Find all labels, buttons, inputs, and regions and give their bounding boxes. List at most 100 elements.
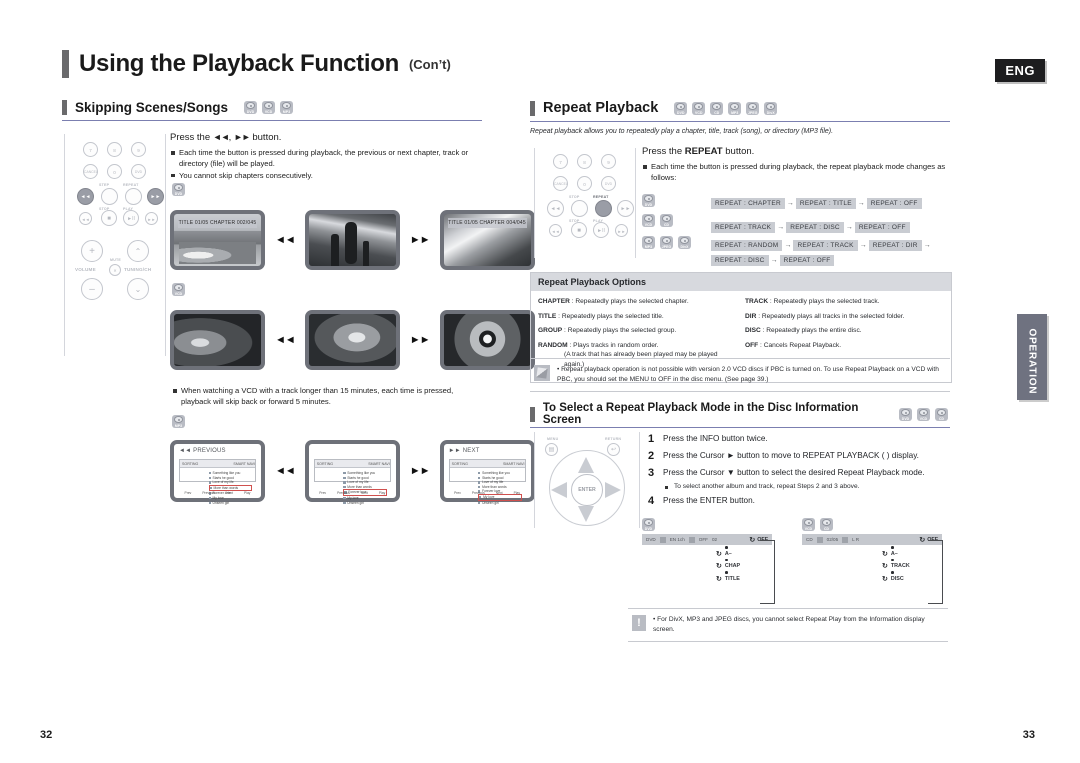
list-item: Unseen girl xyxy=(343,501,387,506)
section-accent-bar xyxy=(530,100,535,116)
remote-label-step: STOP xyxy=(569,195,580,199)
remote-label-repeat: REPEAT xyxy=(123,183,139,187)
flow-dvd-line: REPEAT : CHAPTER → REPEAT : TITLE → REPEAT :… xyxy=(710,192,923,210)
repeat-chip: REPEAT : TITLE xyxy=(795,198,856,209)
disc-icon-dvd: DVD xyxy=(642,518,655,531)
list-item: Each time the button is pressed during p… xyxy=(170,147,482,170)
remote-button-skip-next: ►► xyxy=(617,200,634,217)
remote-button-mute: ✕ xyxy=(109,264,121,276)
note-box: • Repeat playback operation is not possi… xyxy=(530,358,950,392)
flow-mp3-line-2: REPEAT : DISC → REPEAT : OFF xyxy=(710,249,835,267)
disc-icon-divx: DivX xyxy=(678,236,691,249)
step-3-substep: To select another album and track, repea… xyxy=(648,483,948,490)
repeat-chip: REPEAT : OFF xyxy=(779,255,835,266)
chain-dot xyxy=(891,558,894,562)
chain-dot xyxy=(725,558,728,562)
remote-button-step xyxy=(571,200,588,217)
remote-button-dvd: DVD xyxy=(131,164,146,179)
section-repeat-heading: Repeat Playback DVD VCD CD MP3 JPEG DivX xyxy=(530,100,950,116)
disc-icon-row-repeat: DVD VCD CD MP3 JPEG DivX xyxy=(674,101,779,115)
mp3-screen-next: ►► NEXT SORTING SMART NAVI Something lik… xyxy=(439,440,535,505)
mp3-skip-example: ◄◄ PREVIOUS SORTING SMART NAVI Something… xyxy=(170,440,535,505)
remote-label-menu: MENU xyxy=(547,437,559,441)
mp3-footer: Prev Previous Next Play xyxy=(184,491,251,495)
osd-icon xyxy=(659,536,666,543)
remote-button-repeat xyxy=(595,200,612,217)
disc-icon-vcd: VCD xyxy=(802,518,815,531)
skip-prev-icon: ◄◄ xyxy=(275,465,296,477)
remote-button-forward: ►► xyxy=(615,224,628,237)
remote-button-7: 7 xyxy=(553,154,568,169)
osd-text: TITLE 01/05 CHAPTER 002/045 xyxy=(178,218,257,228)
flow-vcdcd-line: REPEAT : TRACK → REPEAT : DISC → REPEAT : OF… xyxy=(710,216,911,234)
osd-icon xyxy=(842,536,849,543)
step-3: 3 Press the Cursor ▼ button to select th… xyxy=(648,467,925,479)
arrow-icon: → xyxy=(923,242,931,249)
remote-button-7: 7 xyxy=(83,142,98,157)
list-item: When watching a VCD with a track longer … xyxy=(172,385,482,408)
remote-button-play: ►II xyxy=(593,222,609,238)
tv-screen-next: TITLE 01/05 CHAPTER 004/045 xyxy=(439,210,535,270)
arrow-icon: → xyxy=(784,242,792,249)
remote-button-cancel: CANCEL xyxy=(553,176,568,191)
disc-icon-dvd: DVD xyxy=(244,101,258,114)
remote-control-repeat: 7 8 9 CANCEL 0 DVD STOP REPEAT ◄◄ ►► STO… xyxy=(534,148,636,258)
exclamation-icon: ! xyxy=(632,615,646,631)
disc-badge-vcd-row: VCD xyxy=(172,283,185,296)
skipping-press-line: Press the ◄◄, ►► button. xyxy=(170,132,282,143)
repeat-bullet-list: Each time the button is pressed during p… xyxy=(642,161,950,184)
disc-icon-dvd: DVD xyxy=(642,194,655,208)
table-row: DISC : Repeatedly plays the entire disc. xyxy=(745,327,862,335)
note-text: • Repeat playback operation is not possi… xyxy=(557,366,939,383)
disc-icon-jpeg: JPEG xyxy=(746,101,760,115)
remote-button-stop: ■ xyxy=(571,222,587,238)
press-label: Press the xyxy=(170,132,211,143)
remote-button-8: 8 xyxy=(577,154,592,169)
remote-button-rewind: ◄◄ xyxy=(549,224,562,237)
pencil-icon xyxy=(534,365,550,381)
mp3-panel: SORTING SMART NAVI Something like you St… xyxy=(179,459,256,505)
repeat-icon: ↻ xyxy=(882,550,888,558)
osd-example-2-discs: VCD CD xyxy=(802,518,835,531)
flow-dvd-discs: DVD xyxy=(642,192,657,210)
remote-button-volume-down: – xyxy=(81,278,103,300)
table-row: GROUP : Repeatedly plays the selected gr… xyxy=(538,327,677,335)
remote-button-tuning-up: ⌃ xyxy=(127,240,149,262)
tv-screen-previous xyxy=(170,310,265,370)
repeat-chip: REPEAT : DISC xyxy=(786,222,844,233)
chain-dot xyxy=(891,571,894,574)
remote-button-0: 0 xyxy=(107,164,122,179)
osd-example-1: DVD EN 1ch OFF 02 ↻ OFF ↻ A– ↻ CHAP ↻ TITLE xyxy=(642,534,775,604)
manual-page: Using the Playback Function (Con’t) ENG … xyxy=(0,0,1080,763)
operation-side-tab-label: OPERATION xyxy=(1026,328,1038,395)
skip-next-icon: ►► xyxy=(409,234,431,246)
remote-label-mute: MUTE xyxy=(110,258,121,262)
disc-icon-dvd: DVD xyxy=(674,101,688,115)
remote-button-skip-prev: ◄◄ xyxy=(77,188,94,205)
page-number-left: 32 xyxy=(40,729,53,741)
warning-box: ! • For DivX, MP3 and JPEG discs, you ca… xyxy=(628,608,948,642)
disc-icon-row-skipping: DVD VCD MP3 xyxy=(244,101,295,114)
arrow-icon: → xyxy=(786,200,794,207)
repeat-icon: ↻ xyxy=(716,563,722,571)
skip-next-icon: ►► xyxy=(409,334,431,346)
repeat-icon: ↻ xyxy=(716,575,722,583)
dvd-skip-example: TITLE 01/05 CHAPTER 002/045 ◄◄ ►► TITLE … xyxy=(170,210,535,270)
repeat-instructions: Press the REPEAT button. Each time the b… xyxy=(642,146,950,184)
step-2: 2 Press the Cursor ► button to move to R… xyxy=(648,450,919,462)
mp3-screen-label: ►► NEXT xyxy=(448,448,480,454)
osd-icon xyxy=(816,536,823,543)
step-1: 1 Press the INFO button twice. xyxy=(648,433,768,445)
table-row: OFF : Cancels Repeat Playback. xyxy=(745,341,842,349)
table-row: DIR : Repeatedly plays all tracks in the… xyxy=(745,312,905,320)
remote-button-step xyxy=(101,188,118,205)
mode-steps: 1 Press the INFO button twice. 2 Press t… xyxy=(648,434,948,513)
repeat-chip: REPEAT : TRACK xyxy=(711,222,776,233)
skip-prev-icon: ◄◄ xyxy=(212,132,230,142)
remote-button-skip-prev: ◄◄ xyxy=(547,200,564,217)
remote-button-return: ↩ xyxy=(607,443,620,456)
remote-button-skip-next: ►► xyxy=(147,188,164,205)
section-mode-underline xyxy=(530,427,950,428)
mp3-screen-current: SORTING SMART NAVI Something like you St… xyxy=(304,440,400,505)
mp3-panel: SORTING SMART NAVI Something like you St… xyxy=(313,459,391,505)
